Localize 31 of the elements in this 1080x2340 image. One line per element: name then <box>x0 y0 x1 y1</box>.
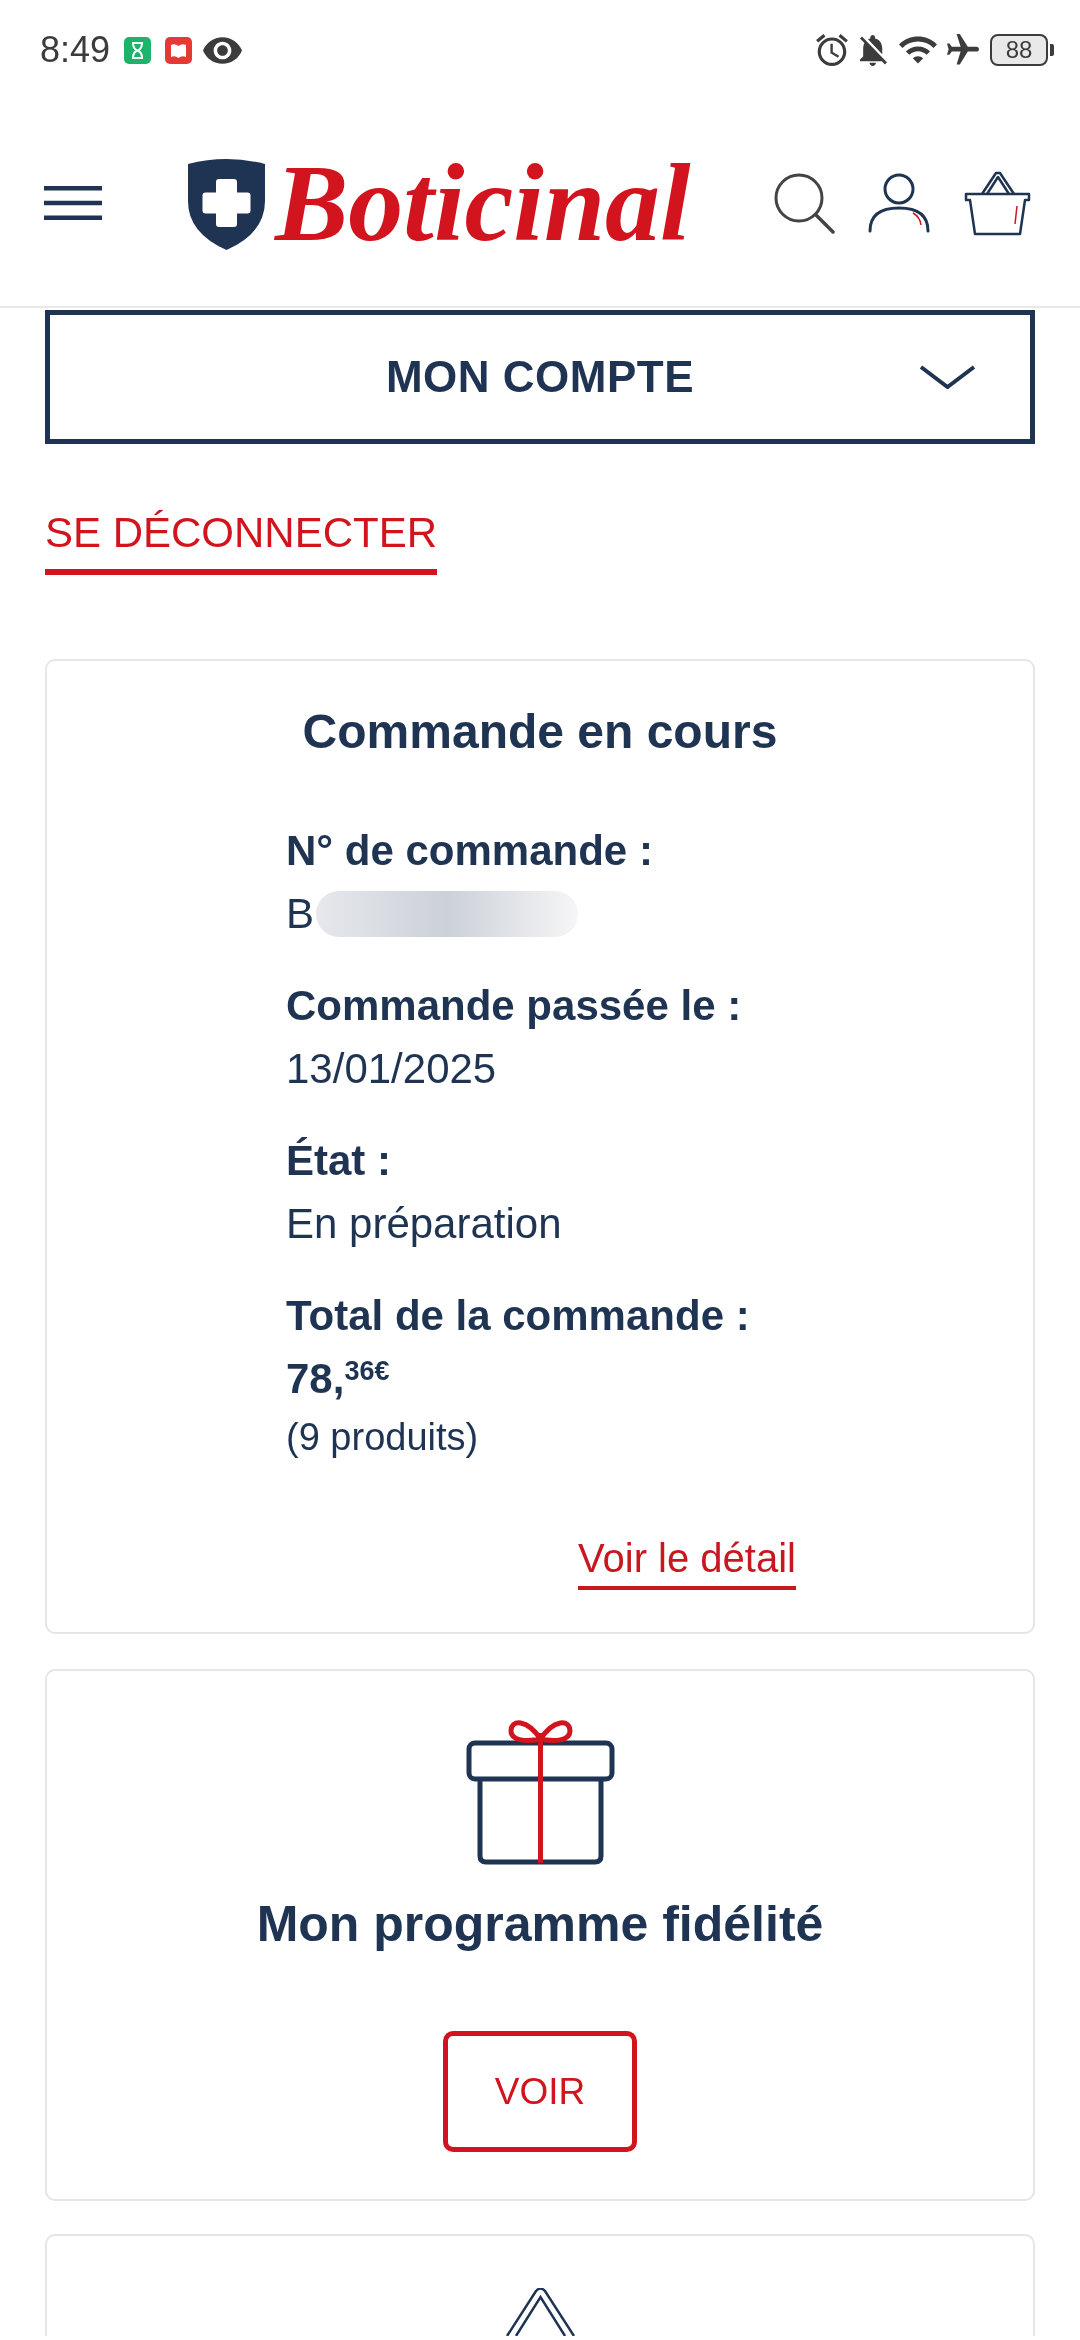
alarm-icon <box>816 34 848 66</box>
book-icon <box>165 36 193 64</box>
card-title: Mon programme fidélité <box>256 1895 824 1953</box>
logo-text[interactable]: Boticinal <box>275 153 691 253</box>
status-time: 8:49 <box>40 30 111 70</box>
basket-icon[interactable] <box>964 170 1031 236</box>
shield-cross-icon[interactable] <box>186 156 267 250</box>
field-label: État : <box>286 1136 392 1186</box>
eye-icon <box>203 36 243 64</box>
account-menu-dropdown[interactable]: MON COMPTE <box>45 310 1035 444</box>
product-count: (9 produits) <box>286 1415 479 1460</box>
battery-percentage: 88 <box>990 34 1048 66</box>
detail-link[interactable]: Voir le détail <box>578 1534 796 1590</box>
wifi-icon <box>899 36 937 64</box>
search-icon[interactable] <box>773 172 835 234</box>
user-icon[interactable] <box>868 173 930 233</box>
basket-handle-icon <box>505 2288 575 2336</box>
hourglass-icon <box>124 36 152 64</box>
logout-link[interactable]: SE DÉCONNECTER <box>45 508 438 575</box>
field-label: N° de commande : <box>286 826 654 876</box>
order-total: 78,$^{36€}$ <box>286 1354 390 1404</box>
field-value: 13/01/2025 <box>286 1044 497 1094</box>
menu-icon[interactable] <box>44 186 102 220</box>
card-title: Commande en cours <box>302 704 778 760</box>
bell-off-icon <box>860 34 887 66</box>
field-value: En préparation <box>286 1199 562 1249</box>
view-button[interactable]: VOIR <box>443 2031 637 2152</box>
field-label: Total de la commande : <box>286 1291 751 1341</box>
field-value: B <box>286 889 314 939</box>
field-label: Commande passée le : <box>286 981 743 1031</box>
airplane-icon <box>947 34 979 66</box>
